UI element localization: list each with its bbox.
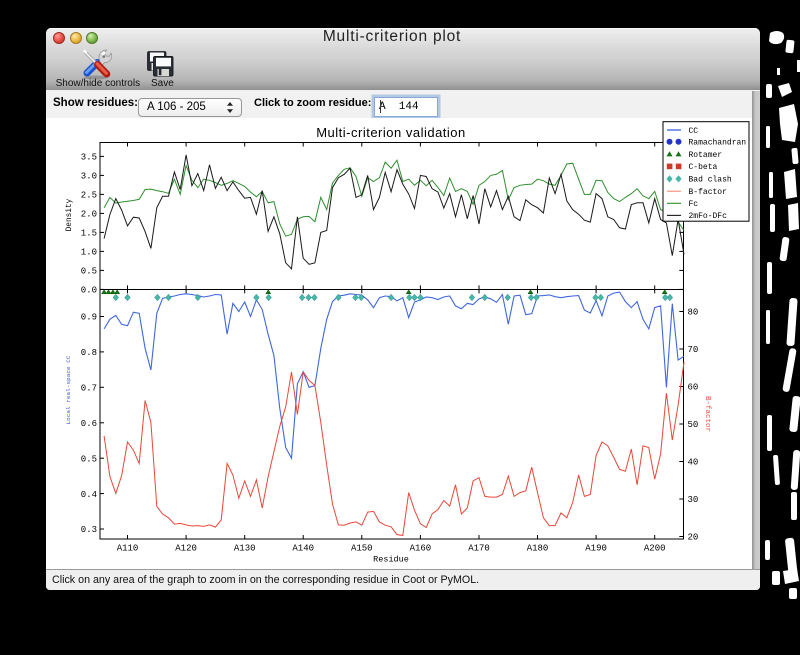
svg-text:70: 70	[688, 345, 699, 355]
svg-text:A160: A160	[410, 544, 432, 554]
svg-text:2.0: 2.0	[81, 210, 97, 220]
svg-text:Density: Density	[66, 198, 74, 231]
svg-text:40: 40	[688, 458, 699, 468]
svg-text:A120: A120	[175, 544, 197, 554]
svg-text:2mFo-DFc: 2mFo-DFc	[689, 212, 728, 221]
svg-text:Residue: Residue	[373, 555, 409, 565]
svg-text:C-beta: C-beta	[689, 163, 718, 172]
svg-text:1.5: 1.5	[81, 229, 97, 239]
svg-text:Multi-criterion validation: Multi-criterion validation	[316, 125, 466, 140]
svg-text:3.5: 3.5	[81, 153, 97, 163]
svg-text:Ramachandran: Ramachandran	[689, 139, 747, 148]
svg-text:0.5: 0.5	[81, 454, 97, 464]
svg-text:A110: A110	[117, 544, 139, 554]
svg-text:0.0: 0.0	[81, 286, 97, 296]
svg-text:A130: A130	[234, 544, 256, 554]
svg-text:0.4: 0.4	[81, 490, 97, 500]
svg-text:0.9: 0.9	[81, 313, 97, 323]
svg-text:Rotamer: Rotamer	[689, 151, 723, 160]
svg-text:0.8: 0.8	[81, 348, 97, 358]
svg-text:3.0: 3.0	[81, 172, 97, 182]
svg-text:Bad clash: Bad clash	[689, 176, 732, 185]
svg-text:Fc: Fc	[689, 200, 699, 209]
svg-text:1.0: 1.0	[81, 248, 97, 258]
svg-text:80: 80	[688, 308, 699, 318]
svg-text:30: 30	[688, 495, 699, 505]
svg-text:A150: A150	[351, 544, 373, 554]
svg-text:A180: A180	[527, 544, 549, 554]
svg-text:A190: A190	[585, 544, 607, 554]
svg-text:0.6: 0.6	[81, 419, 97, 429]
svg-text:Local real-space CC: Local real-space CC	[65, 355, 72, 424]
svg-text:A140: A140	[292, 544, 314, 554]
svg-text:2.5: 2.5	[81, 191, 97, 201]
svg-text:0.3: 0.3	[81, 525, 97, 535]
svg-text:A200: A200	[644, 544, 666, 554]
svg-text:B-factor: B-factor	[689, 188, 728, 197]
svg-text:20: 20	[688, 533, 699, 543]
svg-text:CC: CC	[689, 127, 699, 136]
svg-text:0.5: 0.5	[81, 267, 97, 277]
svg-text:0.7: 0.7	[81, 384, 97, 394]
svg-text:B-factor: B-factor	[703, 396, 711, 432]
svg-text:50: 50	[688, 420, 699, 430]
svg-text:A170: A170	[468, 544, 490, 554]
svg-text:60: 60	[688, 383, 699, 393]
